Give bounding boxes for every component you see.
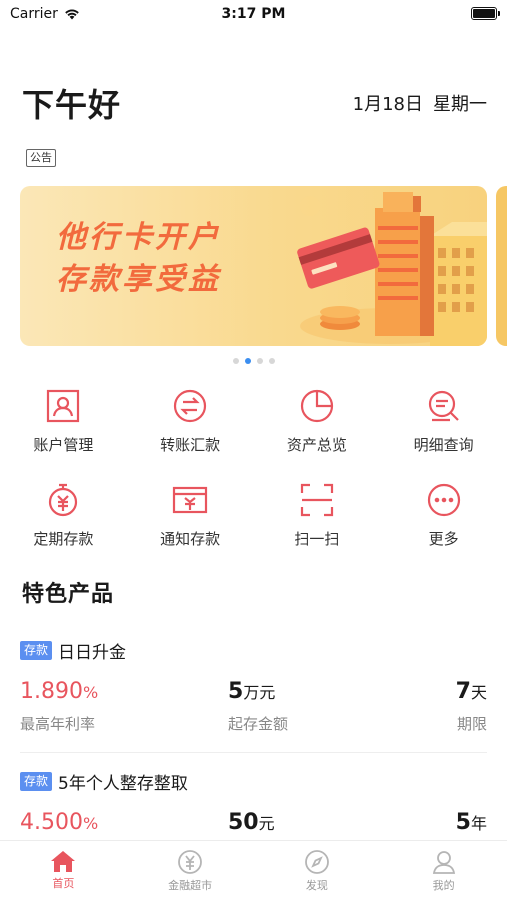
- product-rate: 1.890%: [20, 679, 99, 704]
- featured-section-title: 特色产品: [22, 582, 115, 607]
- product-name: 日日升金: [58, 643, 127, 663]
- pagination-dot-active[interactable]: [244, 358, 251, 364]
- pie-chart-icon: [297, 386, 337, 426]
- tab-label: 金融超市: [168, 879, 213, 892]
- product-card[interactable]: 存款 日日升金 1.890% 5万元 7天 最高年利率 起存金额 期限: [20, 638, 487, 733]
- notice-deposit-icon: [170, 480, 210, 520]
- tab-label: 发现: [305, 879, 328, 892]
- quick-action-transfer[interactable]: 转账汇款: [127, 386, 254, 466]
- bottom-tab-bar: 首页 金融超市 发现 我的: [0, 840, 507, 900]
- product-term: 7天: [455, 679, 487, 704]
- tab-label: 我的: [432, 879, 455, 892]
- product-min-amount: 5万元: [228, 679, 276, 704]
- profile-icon: [432, 851, 455, 874]
- weekday-text: 星期一: [433, 94, 487, 115]
- promo-banner[interactable]: 他行卡开户 存款享受益: [20, 186, 487, 346]
- date-text: 1月18日: [352, 94, 423, 115]
- pagination-dot[interactable]: [268, 358, 275, 364]
- quick-action-label: 资产总览: [286, 436, 347, 454]
- product-term: 5年: [455, 810, 487, 835]
- quick-action-assets[interactable]: 资产总览: [254, 386, 381, 466]
- transfer-icon: [170, 386, 210, 426]
- tab-home[interactable]: 首页: [0, 841, 127, 900]
- tab-label: 首页: [52, 877, 75, 890]
- quick-action-account[interactable]: 账户管理: [0, 386, 127, 466]
- quick-actions-grid: 账户管理 转账汇款 资产总览 明细查询 定期存款 通知存款 扫一扫 更多: [0, 386, 507, 560]
- quick-action-scan[interactable]: 扫一扫: [254, 480, 381, 560]
- greeting-title: 下午好: [22, 86, 122, 124]
- date-display: 1月18日 星期一: [353, 90, 487, 116]
- tab-finance-market[interactable]: 金融超市: [127, 841, 254, 900]
- quick-action-label: 通知存款: [160, 530, 221, 548]
- product-min-amount: 50元: [228, 810, 275, 835]
- product-card[interactable]: 存款 5年个人整存整取 4.500% 50元 5年: [20, 769, 487, 844]
- product-header: 存款 5年个人整存整取: [20, 769, 487, 794]
- bank-building-illustration: [297, 192, 487, 346]
- status-bar: Carrier 3:17 PM: [0, 0, 507, 30]
- amount-label: 起存金额: [228, 715, 289, 733]
- fixed-deposit-icon: [43, 480, 83, 520]
- rate-label: 最高年利率: [20, 715, 96, 733]
- status-time: 3:17 PM: [221, 6, 286, 22]
- quick-action-fixed-deposit[interactable]: 定期存款: [0, 480, 127, 560]
- quick-action-notice-deposit[interactable]: 通知存款: [127, 480, 254, 560]
- pagination-dot[interactable]: [256, 358, 263, 364]
- product-tag: 存款: [20, 641, 53, 660]
- product-name: 5年个人整存整取: [58, 774, 188, 794]
- term-label: 期限: [456, 715, 487, 733]
- product-tag: 存款: [20, 772, 53, 791]
- tab-discover[interactable]: 发现: [254, 841, 381, 900]
- product-divider: [20, 752, 487, 753]
- banner-headline-1: 他行卡开户: [56, 220, 221, 255]
- yuan-icon: [178, 850, 203, 874]
- pagination-dot[interactable]: [232, 358, 239, 364]
- home-icon: [51, 851, 76, 872]
- quick-action-detail[interactable]: 明细查询: [380, 386, 507, 466]
- quick-action-label: 明细查询: [413, 436, 474, 454]
- compass-icon: [304, 850, 329, 874]
- more-icon: [424, 480, 464, 520]
- scan-icon: [297, 480, 337, 520]
- quick-action-label: 定期存款: [33, 530, 94, 548]
- detail-search-icon: [424, 386, 464, 426]
- quick-action-label: 扫一扫: [294, 530, 340, 548]
- product-labels: 最高年利率 起存金额 期限: [20, 713, 487, 733]
- product-values: 4.500% 50元 5年: [20, 810, 487, 844]
- quick-action-label: 账户管理: [33, 436, 94, 454]
- battery-icon: [471, 7, 500, 20]
- product-header: 存款 日日升金: [20, 638, 487, 663]
- next-banner-peek[interactable]: [496, 186, 507, 346]
- account-icon: [43, 386, 83, 426]
- banner-headline-2: 存款享受益: [56, 262, 221, 297]
- product-rate: 4.500%: [20, 810, 99, 835]
- quick-action-more[interactable]: 更多: [380, 480, 507, 560]
- quick-action-label: 转账汇款: [160, 436, 221, 454]
- banner-pagination: [0, 358, 507, 364]
- quick-action-label: 更多: [428, 530, 459, 548]
- tab-profile[interactable]: 我的: [380, 841, 507, 900]
- notice-tag[interactable]: 公告: [26, 149, 56, 167]
- product-values: 1.890% 5万元 7天: [20, 679, 487, 713]
